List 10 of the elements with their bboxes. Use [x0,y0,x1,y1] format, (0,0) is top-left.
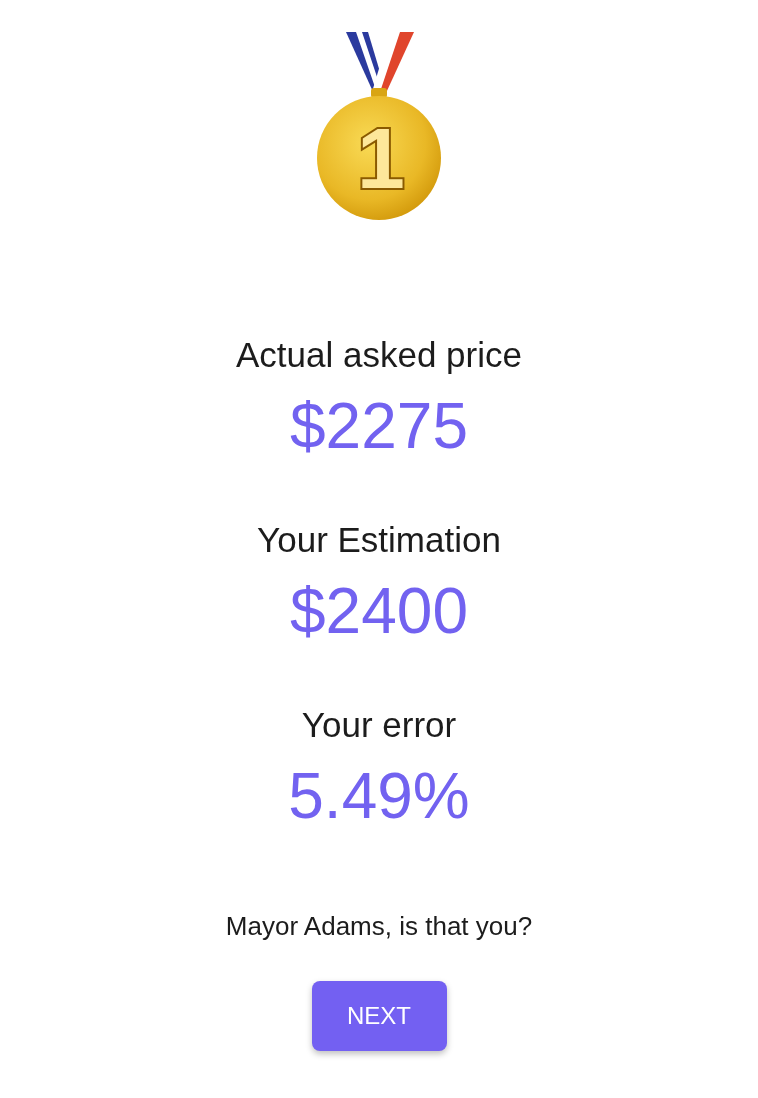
medal-number: 1 [357,110,405,206]
result-value: $2275 [290,390,468,462]
result-value: $2400 [290,575,468,647]
result-label: Actual asked price [236,335,522,375]
next-button[interactable]: NEXT [311,981,447,1051]
result-label: Your Estimation [257,520,501,560]
message-text: Mayor Adams, is that you? [225,910,533,943]
medal-icon [317,32,441,220]
result-label: Your error [301,705,457,745]
result-value: 5.49% [288,760,470,832]
